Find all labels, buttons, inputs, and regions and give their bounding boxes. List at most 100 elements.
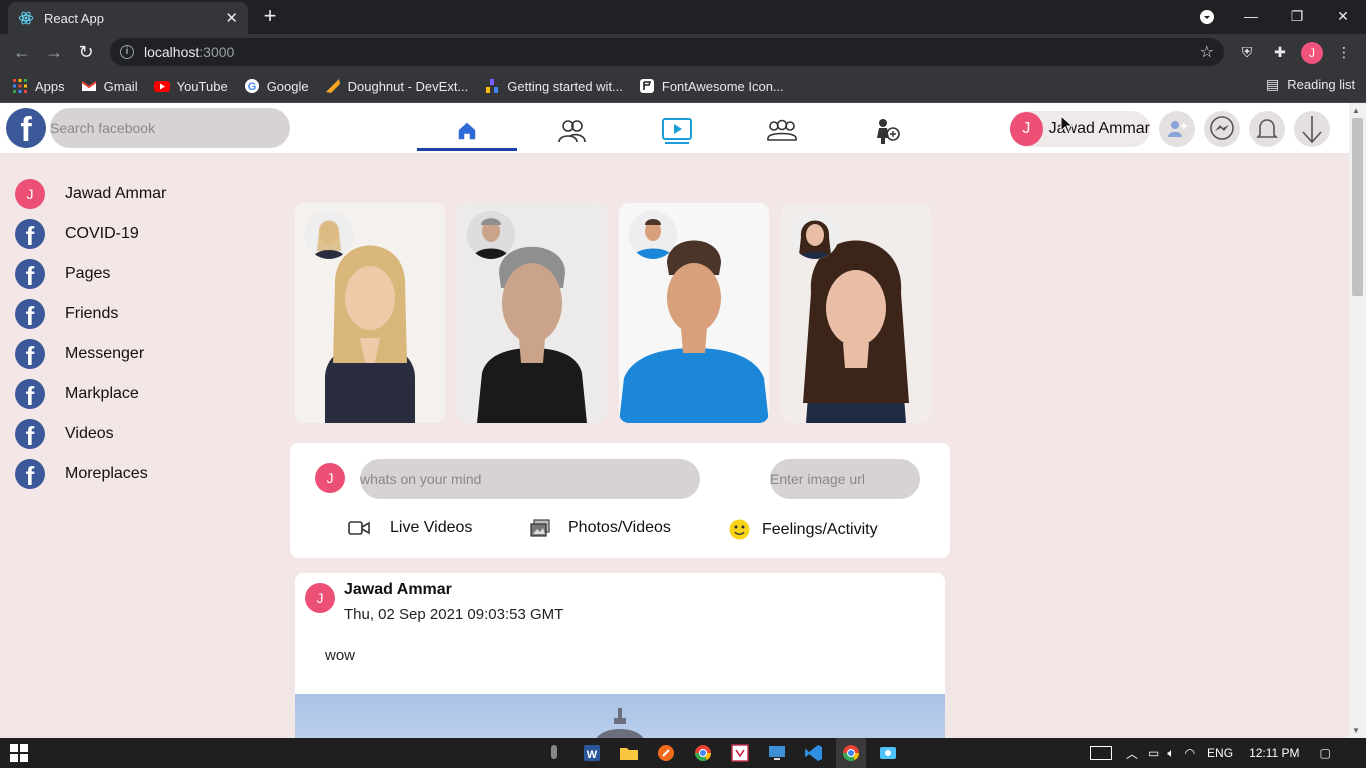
action-center-icon[interactable] [1090, 746, 1112, 760]
chevron-up-icon[interactable]: ︿ [1126, 745, 1138, 762]
language-indicator[interactable]: ENG [1207, 746, 1233, 760]
account-menu-button[interactable] [1294, 111, 1330, 147]
site-info-icon[interactable]: i [120, 45, 134, 59]
nav-groups[interactable] [732, 111, 832, 151]
status-input[interactable] [360, 459, 700, 499]
close-window-button[interactable]: ✕ [1320, 4, 1366, 30]
bookmark-apps[interactable]: Apps [12, 78, 65, 94]
story-avatar [629, 211, 677, 259]
notifications-button[interactable] [1249, 111, 1285, 147]
tab-close-icon[interactable]: ✕ [225, 9, 238, 27]
address-bar[interactable]: i localhost:3000 ☆ [110, 38, 1224, 66]
reading-list-label: Reading list [1287, 77, 1356, 92]
reading-list-button[interactable]: ▤ Reading list [1266, 76, 1355, 93]
messenger-button[interactable] [1204, 111, 1240, 147]
microphone-app-icon[interactable] [544, 743, 564, 763]
apps-grid-icon [13, 79, 27, 93]
google-icon: G [244, 79, 259, 93]
browser-toolbar: ← → ↻ i localhost:3000 ☆ ⛨ ✚ ⋮ [0, 34, 1366, 70]
smiley-icon [729, 519, 750, 540]
chrome-active-icon[interactable] [841, 743, 861, 763]
bookmark-label: YouTube [176, 78, 228, 94]
restore-button[interactable]: ❐ [1274, 4, 1320, 30]
home-icon [458, 122, 476, 140]
feelings-activity-button[interactable]: Feelings/Activity [729, 519, 878, 540]
chevron-down-icon [1302, 116, 1322, 144]
action-label: Live Videos [390, 519, 473, 536]
bookmark-fontawesome[interactable]: FontAwesome Icon... [639, 78, 784, 94]
tab-search-icon[interactable] [1199, 9, 1215, 25]
nav-home[interactable] [417, 111, 517, 151]
photos-videos-button[interactable]: Photos/Videos [530, 519, 671, 537]
vs-app-icon[interactable] [730, 743, 750, 763]
remote-desktop-icon[interactable] [767, 743, 787, 763]
browser-tab[interactable]: React App ✕ [8, 2, 248, 34]
story-card[interactable] [457, 203, 607, 423]
sidebar-item-pages[interactable]: f Pages [15, 259, 110, 289]
facebook-logo-icon[interactable]: f [6, 108, 46, 149]
sidebar-item-profile[interactable]: J Jawad Ammar [15, 179, 166, 209]
sidebar-item-messenger[interactable]: f Messenger [15, 339, 144, 369]
shield-extension-icon[interactable]: ⛨ [1237, 42, 1257, 62]
friends-icon [558, 120, 586, 143]
new-tab-button[interactable]: + [258, 5, 282, 29]
action-label: Photos/Videos [568, 519, 671, 536]
bookmark-getting-started[interactable]: Getting started wit... [484, 78, 623, 94]
story-card[interactable] [295, 203, 445, 423]
notifications-icon[interactable]: ▢ [1320, 746, 1331, 760]
bookmark-gmail[interactable]: Gmail [81, 78, 138, 94]
scroll-up-icon[interactable]: ▲ [1352, 106, 1360, 115]
sidebar-item-covid[interactable]: f COVID-19 [15, 219, 139, 249]
file-explorer-icon[interactable] [619, 743, 639, 763]
live-videos-button[interactable]: Live Videos [348, 519, 472, 537]
search-input[interactable] [50, 108, 290, 148]
nav-watch[interactable] [627, 111, 727, 151]
sidebar-item-label: Moreplaces [65, 465, 148, 482]
sidebar-item-label: Friends [65, 305, 119, 322]
chrome-profile-avatar[interactable]: J [1301, 42, 1323, 64]
story-avatar [305, 211, 353, 259]
wifi-icon[interactable]: ◠ [1185, 746, 1195, 760]
sidebar-item-friends[interactable]: f Friends [15, 299, 118, 329]
sidebar-item-moreplaces[interactable]: f Moreplaces [15, 459, 148, 489]
bookmark-label: Doughnut - DevExt... [347, 78, 469, 94]
nav-friends[interactable] [522, 111, 622, 151]
forward-icon[interactable]: → [44, 42, 64, 62]
sidebar-item-marketplace[interactable]: f Markplace [15, 379, 139, 409]
volume-icon[interactable]: 🔈︎ [1167, 746, 1174, 761]
menu-kebab-icon[interactable]: ⋮ [1334, 42, 1354, 62]
scrollbar-thumb[interactable] [1352, 118, 1363, 296]
add-friend-button[interactable] [1159, 111, 1195, 147]
sidebar-item-videos[interactable]: f Videos [15, 419, 114, 449]
bookmark-google[interactable]: G Google [244, 78, 309, 94]
reload-icon[interactable]: ↻ [76, 42, 96, 62]
post-author[interactable]: Jawad Ammar [344, 581, 452, 599]
windows-start-icon[interactable] [9, 743, 29, 763]
header-profile-chip[interactable]: J Jawad Ammar [1010, 111, 1150, 147]
back-icon[interactable]: ← [12, 42, 32, 62]
bookmark-youtube[interactable]: YouTube [153, 78, 228, 94]
media-app-icon[interactable] [656, 743, 676, 763]
facebook-icon: f [15, 379, 45, 409]
screen-recorder-icon[interactable] [878, 743, 898, 763]
sidebar-item-label: Markplace [65, 385, 139, 402]
scroll-down-icon[interactable]: ▼ [1352, 726, 1360, 735]
image-url-input[interactable] [770, 459, 920, 499]
word-icon[interactable]: W [582, 743, 602, 763]
bookmark-doughnut[interactable]: Doughnut - DevExt... [325, 78, 469, 94]
nav-gaming[interactable] [837, 111, 937, 151]
bookmark-star-icon[interactable]: ☆ [1200, 42, 1214, 62]
action-label: Feelings/Activity [762, 520, 878, 538]
mouse-cursor-icon [1060, 115, 1074, 135]
chrome-icon[interactable] [693, 743, 713, 763]
story-card[interactable] [781, 203, 931, 423]
getting-started-icon [486, 79, 499, 93]
minimize-button[interactable]: — [1228, 4, 1274, 30]
story-card[interactable] [619, 203, 769, 423]
puzzle-extensions-icon[interactable]: ✚ [1270, 42, 1290, 62]
vscode-icon[interactable] [804, 743, 824, 763]
battery-icon[interactable]: ▭ [1148, 746, 1159, 760]
post-image [295, 694, 945, 738]
clock[interactable]: 12:11 PM [1249, 746, 1299, 760]
bookmark-label: Apps [35, 78, 65, 94]
